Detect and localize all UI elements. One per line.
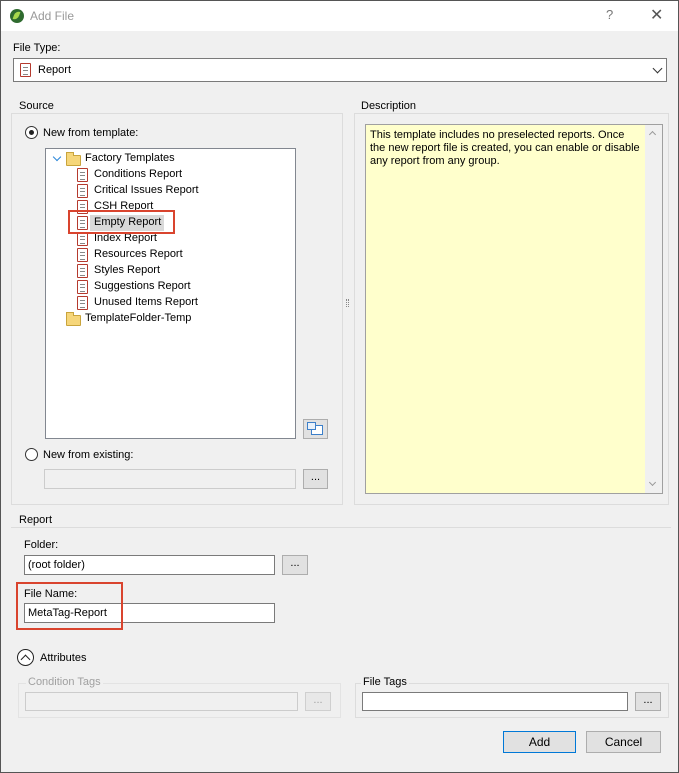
file-type-selected: Report — [38, 64, 72, 76]
condition-tags-input — [25, 692, 298, 711]
report-icon — [77, 280, 88, 294]
tree-folder-label: Factory Templates — [85, 152, 175, 164]
tree-folder-templatefolder-temp[interactable]: TemplateFolder-Temp — [46, 311, 295, 327]
tree-item-critical-issues-report[interactable]: Critical Issues Report — [46, 183, 295, 199]
collapse-attributes-icon[interactable] — [17, 649, 34, 666]
highlight-box-file-name — [16, 582, 123, 630]
existing-file-input[interactable] — [44, 469, 296, 489]
new-from-existing-radio[interactable] — [25, 448, 38, 461]
condition-tags-browse-button: ... — [305, 692, 331, 711]
file-type-dropdown[interactable]: Report — [13, 58, 667, 82]
tree-item-label: Suggestions Report — [94, 280, 191, 292]
scroll-up-icon[interactable] — [648, 130, 657, 139]
file-tags-browse-button[interactable]: ... — [635, 692, 661, 711]
tree-item-label: Unused Items Report — [94, 296, 198, 308]
description-scrollbar[interactable] — [645, 125, 662, 493]
description-text: This template includes no preselected re… — [370, 129, 640, 167]
chevron-down-icon — [652, 63, 663, 74]
copy-template-icon — [307, 422, 323, 435]
add-file-dialog: Add File ? ✕ File Type: Report Source Ne… — [0, 0, 679, 773]
template-tree[interactable]: Factory Templates Conditions Report Crit… — [45, 148, 296, 439]
title-bar: Add File ? ✕ — [1, 1, 678, 31]
tree-folder-label: TemplateFolder-Temp — [85, 312, 192, 324]
tree-item-unused-items-report[interactable]: Unused Items Report — [46, 295, 295, 311]
folder-input[interactable]: (root folder) — [24, 555, 275, 575]
tree-item-styles-report[interactable]: Styles Report — [46, 263, 295, 279]
add-button[interactable]: Add — [503, 731, 576, 753]
scroll-down-icon[interactable] — [648, 478, 657, 487]
condition-tags-label: Condition Tags — [26, 676, 103, 688]
description-group-label: Description — [361, 100, 417, 112]
report-icon — [77, 248, 88, 262]
tree-item-label: Critical Issues Report — [94, 184, 199, 196]
help-button[interactable]: ? — [606, 7, 613, 22]
tree-item-resources-report[interactable]: Resources Report — [46, 247, 295, 263]
folder-browse-button[interactable]: ... — [282, 555, 308, 575]
description-text-area[interactable]: This template includes no preselected re… — [365, 124, 663, 494]
file-type-label: File Type: — [13, 42, 61, 54]
tree-folder-factory-templates[interactable]: Factory Templates — [46, 151, 295, 167]
report-icon — [77, 168, 88, 182]
new-from-template-radio[interactable] — [25, 126, 38, 139]
expand-chevron-icon[interactable] — [52, 152, 62, 162]
file-tags-input[interactable] — [362, 692, 628, 711]
close-button[interactable]: ✕ — [650, 5, 663, 25]
source-group-label: Source — [19, 100, 54, 112]
tree-item-label: Resources Report — [94, 248, 183, 260]
new-from-existing-label: New from existing: — [43, 449, 134, 461]
report-icon — [77, 184, 88, 198]
existing-browse-button[interactable]: ... — [303, 469, 328, 489]
highlight-box-empty-report — [68, 210, 175, 234]
tree-item-suggestions-report[interactable]: Suggestions Report — [46, 279, 295, 295]
splitter-grip-icon[interactable] — [346, 299, 349, 307]
report-icon — [77, 264, 88, 278]
report-icon — [77, 232, 88, 246]
report-group-line — [11, 527, 671, 528]
tree-item-conditions-report[interactable]: Conditions Report — [46, 167, 295, 183]
report-icon — [20, 63, 31, 77]
folder-icon — [66, 152, 81, 166]
report-icon — [77, 296, 88, 310]
app-logo-icon — [10, 9, 24, 23]
folder-label: Folder: — [24, 539, 59, 551]
dialog-title: Add File — [30, 9, 75, 23]
file-tags-label: File Tags — [361, 676, 409, 688]
folder-icon — [66, 312, 81, 326]
attributes-label[interactable]: Attributes — [40, 652, 86, 664]
cancel-button[interactable]: Cancel — [586, 731, 661, 753]
new-from-template-label: New from template: — [43, 127, 139, 139]
tree-options-button[interactable] — [303, 419, 328, 439]
report-group-label: Report — [19, 514, 53, 526]
tree-item-label: Styles Report — [94, 264, 161, 276]
tree-item-label: Conditions Report — [94, 168, 183, 180]
